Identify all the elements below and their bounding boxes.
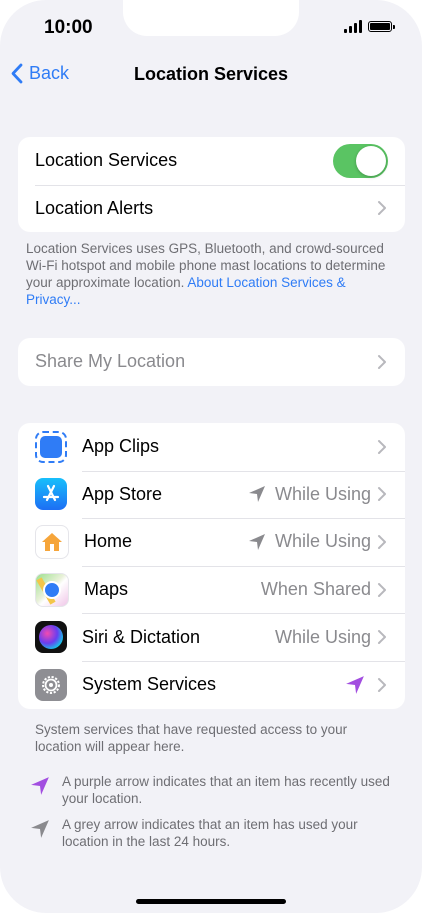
app-name: Siri & Dictation	[82, 626, 201, 647]
app-name: App Clips	[82, 436, 160, 457]
location-arrow-purple-icon	[345, 675, 365, 695]
chevron-right-icon	[378, 201, 386, 216]
page-title: Location Services	[133, 64, 289, 84]
location-arrow-grey-icon	[248, 533, 266, 551]
siri-icon	[35, 621, 67, 654]
app-permission-value: While Using	[274, 483, 371, 504]
location-alerts-row[interactable]: Location Alerts	[18, 184, 405, 233]
app-permission-value: When Shared	[260, 579, 371, 600]
notch	[123, 0, 299, 36]
location-services-toggle[interactable]	[333, 143, 388, 178]
system-services-note: System services that have requested acce…	[35, 722, 348, 754]
chevron-right-icon	[378, 354, 386, 369]
home-icon	[35, 524, 69, 559]
app-row-maps[interactable]: Maps When Shared	[18, 565, 405, 614]
share-location-group: Share My Location	[18, 338, 405, 386]
app-store-icon	[35, 478, 67, 511]
navigation-bar: Back Location Services	[0, 58, 422, 92]
location-alerts-label: Location Alerts	[35, 197, 154, 218]
location-services-row: Location Services	[18, 137, 405, 185]
app-name: App Store	[82, 483, 163, 504]
location-services-label: Location Services	[35, 150, 178, 171]
legend-grey: A grey arrow indicates that an item has …	[30, 816, 392, 850]
signal-icon	[344, 20, 362, 33]
location-description: Location Services uses GPS, Bluetooth, a…	[26, 240, 398, 308]
status-time: 10:00	[44, 17, 93, 38]
location-arrow-purple-icon	[30, 773, 52, 807]
home-indicator[interactable]	[136, 899, 286, 904]
app-row-siri[interactable]: Siri & Dictation While Using	[18, 613, 405, 661]
app-row-app-clips[interactable]: App Clips	[18, 423, 405, 471]
apps-group: App Clips App Store While Using Home Whi…	[18, 423, 405, 709]
app-row-home[interactable]: Home While Using	[18, 518, 405, 566]
app-permission-value: While Using	[274, 626, 371, 647]
legend-purple: A purple arrow indicates that an item ha…	[30, 773, 392, 807]
status-icons	[344, 20, 395, 33]
share-my-location-label: Share My Location	[35, 351, 186, 372]
app-row-system-services[interactable]: System Services	[18, 660, 405, 709]
chevron-right-icon	[378, 582, 386, 597]
phone-screen: 10:00 Back Location Services Location Se…	[0, 0, 422, 913]
location-arrow-grey-icon	[248, 485, 266, 503]
app-name: System Services	[82, 674, 217, 695]
share-my-location-row[interactable]: Share My Location	[18, 338, 405, 386]
chevron-right-icon	[378, 630, 386, 645]
app-permission-value: While Using	[274, 531, 371, 552]
battery-icon	[368, 21, 395, 32]
location-arrow-grey-icon	[30, 816, 52, 850]
app-name: Maps	[84, 579, 129, 600]
legend-grey-text: A grey arrow indicates that an item has …	[62, 817, 358, 849]
maps-icon	[35, 572, 69, 607]
chevron-right-icon	[378, 487, 386, 502]
legend-purple-text: A purple arrow indicates that an item ha…	[62, 774, 390, 806]
app-name: Home	[84, 531, 133, 552]
chevron-right-icon	[378, 439, 386, 454]
app-clips-icon	[35, 430, 67, 463]
app-row-app-store[interactable]: App Store While Using	[18, 470, 405, 519]
location-settings-group: Location Services Location Alerts	[18, 137, 405, 233]
chevron-right-icon	[378, 677, 386, 692]
chevron-right-icon	[378, 534, 386, 549]
gear-icon	[35, 668, 67, 701]
